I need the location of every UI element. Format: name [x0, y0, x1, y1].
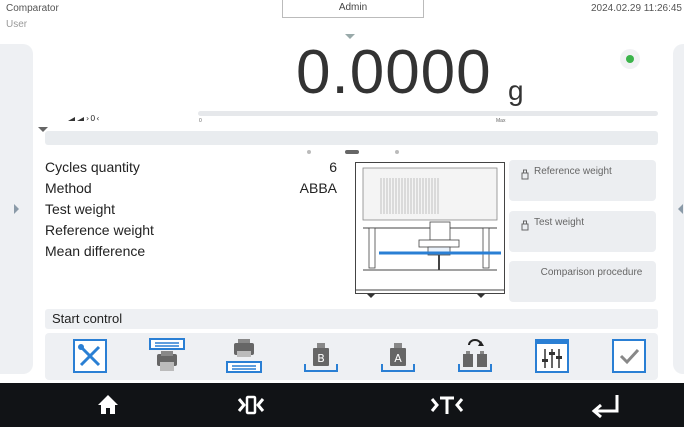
- tare-icon[interactable]: [415, 383, 475, 427]
- confirm-icon[interactable]: [611, 338, 647, 374]
- svg-text:›0‹: ›0‹: [86, 114, 101, 123]
- enter-icon[interactable]: [575, 383, 635, 427]
- range-max-label: Max: [496, 118, 506, 124]
- comparison-procedure-label: Comparison procedure: [540, 267, 643, 278]
- page-dot-active[interactable]: [345, 150, 359, 154]
- param-label-reference-weight: Reference weight: [45, 222, 154, 238]
- svg-text:B: B: [317, 352, 325, 365]
- start-control-button[interactable]: Start control: [45, 309, 658, 329]
- chevron-right-icon[interactable]: [14, 204, 19, 214]
- top-bar: Comparator User Admin 2024.02.29 11:26:4…: [0, 0, 684, 40]
- reference-weight-button[interactable]: Reference weight: [509, 160, 656, 201]
- weight-value: 0.0000: [296, 38, 492, 107]
- param-value-cycles: 6: [329, 159, 337, 175]
- admin-tab[interactable]: Admin: [282, 0, 424, 18]
- param-value-test-weight: [280, 199, 337, 220]
- level-zero-status-icon: ›0‹: [68, 114, 101, 123]
- chevron-left-icon[interactable]: [678, 204, 683, 214]
- comparator-diagram: [355, 162, 505, 298]
- swap-weights-icon[interactable]: [457, 338, 493, 374]
- reference-weight-label: Reference weight: [534, 166, 612, 177]
- user-label: User: [6, 19, 28, 30]
- page-dot[interactable]: [395, 150, 399, 154]
- param-label-mean-difference: Mean difference: [45, 243, 146, 259]
- parameter-values: 6 ABBA: [280, 157, 337, 262]
- parameter-list: Cycles quantity Method Test weight Refer…: [45, 157, 154, 262]
- settings-icon[interactable]: [72, 338, 108, 374]
- bottom-nav: [0, 383, 684, 427]
- param-label-test-weight: Test weight: [45, 201, 116, 217]
- printout-header-icon[interactable]: [149, 338, 185, 374]
- stability-indicator-icon: [620, 49, 640, 69]
- param-value-reference-weight: [280, 220, 337, 241]
- toolbar: B A: [45, 333, 658, 380]
- datetime: 2024.02.29 11:26:45: [590, 3, 682, 14]
- weight-unit[interactable]: g: [508, 76, 524, 106]
- test-weight-button[interactable]: Test weight: [509, 211, 656, 252]
- start-control-label: Start control: [52, 311, 123, 326]
- home-icon[interactable]: [78, 383, 138, 427]
- test-weight-label: Test weight: [534, 217, 585, 228]
- param-label-method: Method: [45, 180, 92, 196]
- page-dot[interactable]: [307, 150, 311, 154]
- param-value-method: ABBA: [299, 180, 337, 196]
- printout-footer-icon[interactable]: [226, 338, 262, 374]
- app-title: Comparator: [6, 3, 59, 14]
- weight-icon: [521, 169, 529, 180]
- weight-icon: [521, 220, 529, 231]
- weighing-range-bar: [198, 111, 658, 116]
- param-value-mean-difference: [280, 241, 337, 262]
- parameters-icon[interactable]: [534, 338, 570, 374]
- param-label-cycles: Cycles quantity: [45, 159, 140, 175]
- svg-text:A: A: [394, 352, 402, 365]
- status-icons: ›0‹: [68, 113, 108, 125]
- weight-b-icon[interactable]: B: [303, 338, 339, 374]
- comparison-procedure-button[interactable]: Comparison procedure: [509, 261, 656, 302]
- zero-icon[interactable]: [218, 383, 278, 427]
- weight-a-icon[interactable]: A: [380, 338, 416, 374]
- range-min-label: 0: [199, 118, 202, 124]
- info-panel-bar[interactable]: [45, 131, 658, 145]
